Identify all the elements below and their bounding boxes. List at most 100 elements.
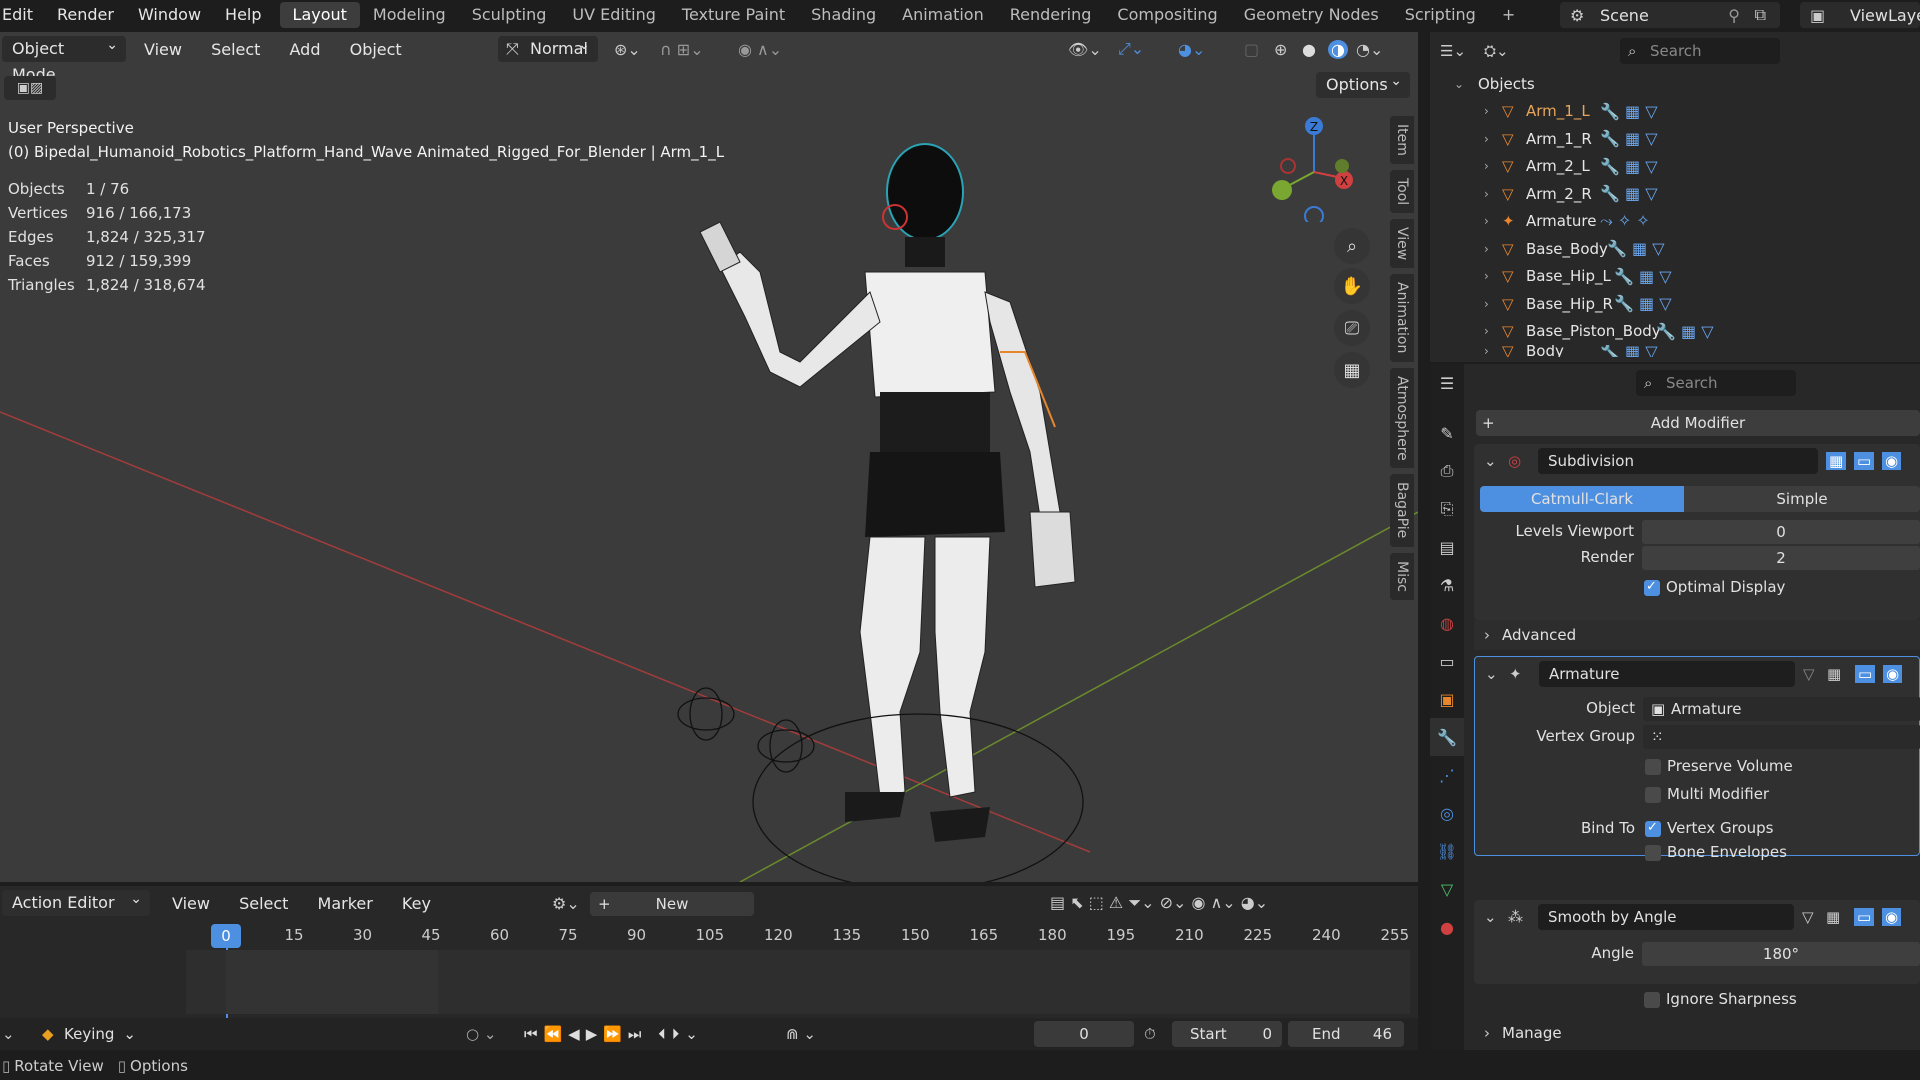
catmull-clark-button[interactable]: Catmull-Clark bbox=[1480, 486, 1684, 512]
editmode-icon[interactable]: ▦ bbox=[1826, 908, 1840, 926]
tab-texture-paint[interactable]: Texture Paint bbox=[669, 2, 798, 28]
menu-view[interactable]: View bbox=[160, 894, 222, 913]
collection-icon[interactable]: ▭ bbox=[1430, 642, 1464, 680]
zoom-icon[interactable]: ⌕ bbox=[1334, 228, 1370, 264]
outliner-row[interactable]: › ▽ Base_Hip_R 🔧 ▦ ▽ bbox=[1430, 290, 1920, 318]
collapse-icon[interactable]: ⌄ bbox=[1454, 77, 1472, 91]
expand-icon[interactable]: › bbox=[1484, 104, 1502, 118]
levels-viewport-field[interactable]: 0 bbox=[1642, 520, 1920, 544]
tool-icon[interactable]: ✎ bbox=[1430, 414, 1464, 452]
scene-icon[interactable]: ⚗ bbox=[1430, 566, 1464, 604]
modifier-name-field[interactable]: Smooth by Angle bbox=[1538, 904, 1794, 930]
menu-help[interactable]: Help bbox=[213, 0, 273, 30]
view-layer-selector[interactable]: ▣ ViewLaye bbox=[1800, 2, 1920, 28]
ortho-grid-icon[interactable]: ▦ bbox=[1334, 352, 1370, 388]
menu-select[interactable]: Select bbox=[227, 894, 300, 913]
expand-icon[interactable]: › bbox=[1484, 214, 1502, 228]
start-frame-field[interactable]: Start 0 bbox=[1172, 1021, 1282, 1047]
editor-mode-dropdown[interactable]: Action Editor bbox=[2, 886, 150, 916]
collection-row[interactable]: ⌄ Objects bbox=[1430, 70, 1920, 98]
end-frame-field[interactable]: End 46 bbox=[1288, 1021, 1404, 1047]
tab-view[interactable]: View bbox=[1390, 219, 1414, 269]
outliner-row[interactable]: › ▽ Arm_1_L 🔧 ▦ ▽ bbox=[1430, 98, 1920, 126]
display-mode-icon[interactable]: ⛭⌄ bbox=[1484, 42, 1509, 60]
render-icon[interactable]: ⎙ bbox=[1430, 452, 1464, 490]
physics-icon[interactable]: ◎ bbox=[1430, 794, 1464, 832]
stopwatch-icon[interactable]: ⏱ bbox=[1144, 1025, 1156, 1043]
render-camera-icon[interactable]: ◉ bbox=[1882, 908, 1902, 926]
new-scene-icon[interactable]: ⧉ bbox=[1755, 5, 1766, 25]
outliner-row[interactable]: › ▽ Arm_2_L 🔧 ▦ ▽ bbox=[1430, 153, 1920, 181]
modifier-icons[interactable]: 🔧 ▦ ▽ bbox=[1614, 267, 1672, 286]
panel-header[interactable]: ⌄ ⁂ Smooth by Angle ▽ ▦ ▭ ◉ bbox=[1474, 900, 1920, 934]
modifier-name-field[interactable]: Subdivision bbox=[1538, 448, 1818, 474]
scene-selector[interactable]: ⚙ Scene ⚲ ⧉ bbox=[1560, 2, 1780, 28]
particles-icon[interactable]: ⋰ bbox=[1430, 756, 1464, 794]
tab-item[interactable]: Item bbox=[1390, 116, 1414, 164]
chevron-down-icon[interactable]: ⌄ bbox=[2, 1025, 15, 1043]
current-frame-field[interactable]: 0 bbox=[1034, 1021, 1134, 1047]
menu-key[interactable]: Key bbox=[390, 894, 443, 913]
tab-geometry-nodes[interactable]: Geometry Nodes bbox=[1231, 2, 1392, 28]
tab-sculpting[interactable]: Sculpting bbox=[459, 2, 560, 28]
tab-animation-side[interactable]: Animation bbox=[1390, 274, 1414, 362]
properties-search-input[interactable]: ⌕ Search bbox=[1636, 370, 1796, 396]
menu-render[interactable]: Render bbox=[45, 0, 126, 30]
editor-type-icon[interactable]: ☰⌄ bbox=[1440, 42, 1466, 60]
tab-atmosphere[interactable]: Atmosphere bbox=[1390, 367, 1414, 469]
add-workspace-button[interactable]: + bbox=[1489, 2, 1528, 28]
advanced-subpanel[interactable]: › Advanced bbox=[1474, 620, 1920, 650]
ignore-sharpness-checkbox[interactable] bbox=[1644, 992, 1660, 1008]
navigation-gizmo[interactable]: Z X bbox=[1260, 112, 1360, 222]
modifier-icons[interactable]: 🔧 ▦ ▽ bbox=[1600, 129, 1658, 148]
expand-icon[interactable]: › bbox=[1484, 324, 1502, 338]
tab-rendering[interactable]: Rendering bbox=[997, 2, 1105, 28]
modifier-icons[interactable]: 🔧 ▦ ▽ bbox=[1614, 294, 1672, 313]
tab-tool[interactable]: Tool bbox=[1390, 169, 1414, 214]
multi-modifier-checkbox[interactable] bbox=[1645, 787, 1661, 803]
3d-viewport[interactable]: Object Mode View Select Add Object ⤧ Nor… bbox=[0, 32, 1418, 882]
expand-icon[interactable]: › bbox=[1484, 297, 1502, 311]
constraints-icon[interactable]: ⛓ bbox=[1430, 832, 1464, 870]
menu-window[interactable]: Window bbox=[126, 0, 213, 30]
outliner-search-input[interactable]: ⌕ Search bbox=[1620, 38, 1780, 64]
modifier-icons[interactable]: 🔧 ▦ ▽ bbox=[1656, 322, 1714, 341]
preserve-volume-checkbox[interactable] bbox=[1645, 759, 1661, 775]
view-layer-icon[interactable]: ▤ bbox=[1430, 528, 1464, 566]
cage-icon[interactable]: ▽ bbox=[1802, 908, 1814, 926]
outliner-row[interactable]: › ✦ Armature ⤳ ✧ ✧ bbox=[1430, 208, 1920, 236]
vertex-group-field[interactable]: ⁙ bbox=[1643, 725, 1920, 749]
collapse-icon[interactable]: ⌄ bbox=[1484, 908, 1497, 926]
playhead[interactable]: 0 bbox=[211, 924, 241, 948]
tab-shading[interactable]: Shading bbox=[798, 2, 889, 28]
action-browse-icon[interactable]: ⚙⌄ bbox=[552, 894, 580, 913]
optimal-display-checkbox[interactable] bbox=[1644, 579, 1660, 596]
tab-compositing[interactable]: Compositing bbox=[1104, 2, 1230, 28]
expand-icon[interactable]: › bbox=[1484, 269, 1502, 283]
menu-edit[interactable]: Edit bbox=[0, 0, 45, 30]
simple-button[interactable]: Simple bbox=[1684, 486, 1920, 512]
tab-scripting[interactable]: Scripting bbox=[1392, 2, 1489, 28]
camera-icon[interactable]: ⎚ bbox=[1334, 310, 1370, 346]
angle-field[interactable]: 180° bbox=[1642, 942, 1920, 966]
tab-layout[interactable]: Layout bbox=[279, 2, 360, 28]
outliner-row[interactable]: › ▽ Arm_1_R 🔧 ▦ ▽ bbox=[1430, 125, 1920, 153]
expand-icon[interactable]: › bbox=[1484, 187, 1502, 201]
outliner-row[interactable]: › ▽ Base_Hip_L 🔧 ▦ ▽ bbox=[1430, 263, 1920, 291]
expand-icon[interactable]: › bbox=[1484, 345, 1502, 357]
sync-icon[interactable]: ⋒ ⌄ bbox=[786, 1025, 816, 1043]
viewport-display-icon[interactable]: ▭ bbox=[1854, 908, 1875, 926]
object-icon[interactable]: ▣ bbox=[1430, 680, 1464, 718]
outliner-row[interactable]: › ▽ Arm_2_R 🔧 ▦ ▽ bbox=[1430, 180, 1920, 208]
new-action-button[interactable]: + New bbox=[590, 892, 754, 916]
playback-controls[interactable]: ⏮⏪◀▶⏩⏭ ⏴⏵⌄ bbox=[524, 1025, 704, 1043]
output-icon[interactable]: ⎘ bbox=[1430, 490, 1464, 528]
pin-icon[interactable]: ⚲ bbox=[1728, 6, 1740, 25]
viewport-display-icon[interactable]: ▭ bbox=[1854, 452, 1875, 470]
render-camera-icon[interactable]: ◉ bbox=[1883, 665, 1903, 683]
menu-marker[interactable]: Marker bbox=[306, 894, 385, 913]
expand-icon[interactable]: › bbox=[1484, 242, 1502, 256]
collapse-icon[interactable]: ⌄ bbox=[1485, 665, 1498, 683]
vertex-groups-checkbox[interactable] bbox=[1645, 820, 1661, 837]
world-icon[interactable]: ◍ bbox=[1430, 604, 1464, 642]
